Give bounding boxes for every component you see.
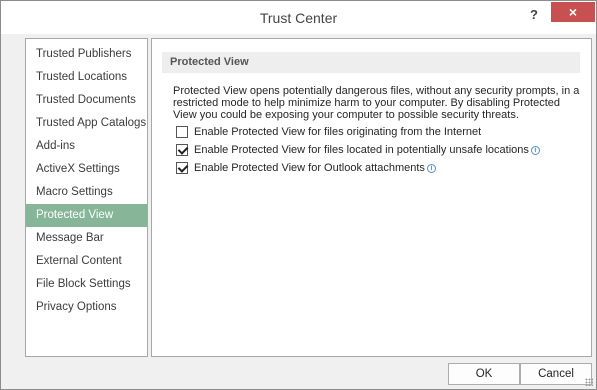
sidebar-item-activex-settings[interactable]: ActiveX Settings xyxy=(26,158,147,181)
sidebar-item-privacy-options[interactable]: Privacy Options xyxy=(26,296,147,319)
option-unsafe-locations[interactable]: Enable Protected View for files located … xyxy=(176,143,540,157)
option-label: Enable Protected View for Outlook attach… xyxy=(194,162,425,174)
option-outlook-attachments[interactable]: Enable Protected View for Outlook attach… xyxy=(176,161,436,175)
outlook-attachments-checkbox[interactable] xyxy=(176,162,188,174)
info-icon[interactable]: i xyxy=(426,163,436,173)
section-title: Protected View xyxy=(162,52,580,73)
sidebar-item-macro-settings[interactable]: Macro Settings xyxy=(26,181,147,204)
sidebar-item-trusted-documents[interactable]: Trusted Documents xyxy=(26,89,147,112)
category-sidebar: Trusted Publishers Trusted Locations Tru… xyxy=(25,38,148,357)
sidebar-item-add-ins[interactable]: Add-ins xyxy=(26,135,147,158)
help-button[interactable]: ? xyxy=(524,6,544,24)
sidebar-item-trusted-publishers[interactable]: Trusted Publishers xyxy=(26,43,147,66)
unsafe-locations-checkbox[interactable] xyxy=(176,144,188,156)
sidebar-item-message-bar[interactable]: Message Bar xyxy=(26,227,147,250)
sidebar-item-external-content[interactable]: External Content xyxy=(26,250,147,273)
option-internet-files[interactable]: Enable Protected View for files originat… xyxy=(176,125,481,139)
ok-button[interactable]: OK xyxy=(448,363,520,385)
info-icon[interactable]: i xyxy=(530,145,540,155)
settings-panel: Protected View Protected View opens pote… xyxy=(151,38,592,357)
option-label: Enable Protected View for files located … xyxy=(194,144,529,156)
option-label: Enable Protected View for files originat… xyxy=(194,126,482,138)
section-description: Protected View opens potentially dangero… xyxy=(173,85,580,121)
sidebar-item-protected-view[interactable]: Protected View xyxy=(26,204,147,227)
close-button[interactable]: × xyxy=(551,2,595,22)
trust-center-dialog: Trust Center ? × Trusted Publishers Trus… xyxy=(0,0,597,390)
title-bar: Trust Center ? × xyxy=(1,1,596,34)
sidebar-item-file-block-settings[interactable]: File Block Settings xyxy=(26,273,147,296)
internet-files-checkbox[interactable] xyxy=(176,126,188,138)
resize-grip-icon[interactable] xyxy=(585,378,593,386)
sidebar-item-trusted-app-catalogs[interactable]: Trusted App Catalogs xyxy=(26,112,147,135)
cancel-button[interactable]: Cancel xyxy=(520,363,592,385)
dialog-title: Trust Center xyxy=(259,10,338,26)
sidebar-item-trusted-locations[interactable]: Trusted Locations xyxy=(26,66,147,89)
